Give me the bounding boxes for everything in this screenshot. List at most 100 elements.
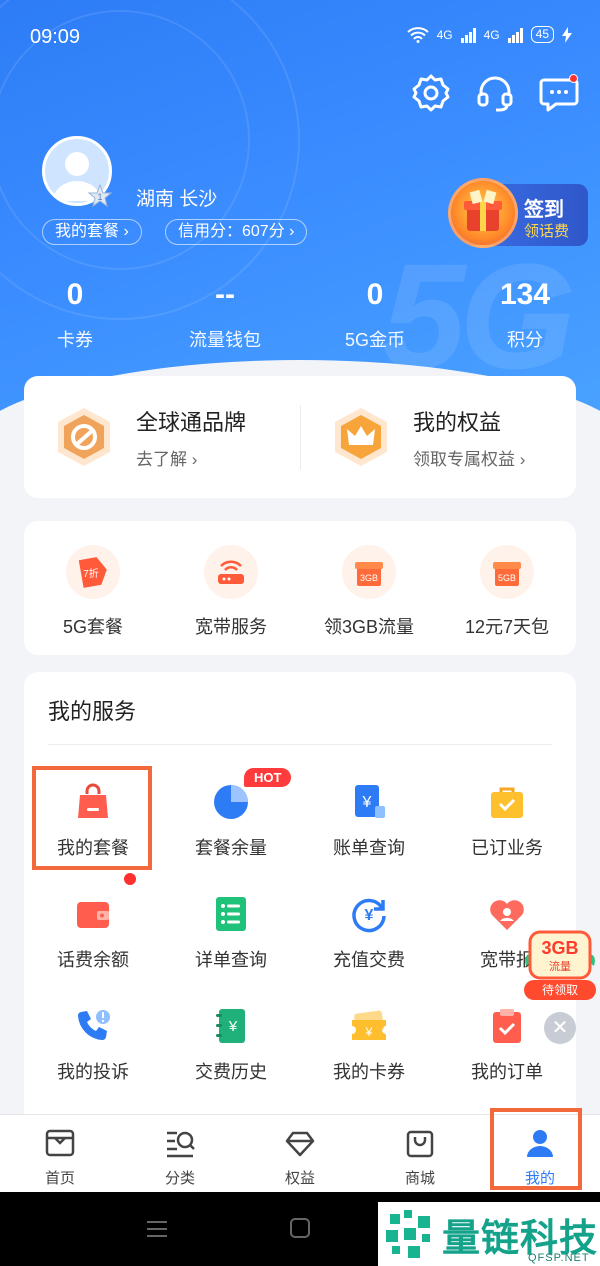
global-brand-entry[interactable]: 全球通品牌 去了解 › <box>24 405 300 470</box>
service-label: 交费历史 <box>195 1062 267 1082</box>
stat-label: 积分 <box>507 330 543 350</box>
wallet-icon <box>73 872 137 934</box>
quick-badge: 3GB <box>360 573 378 583</box>
highlight-frame <box>32 766 152 870</box>
stat-points[interactable]: 134 积分 <box>450 278 600 352</box>
signal-icon <box>507 27 523 43</box>
wifi-icon <box>406 26 429 43</box>
service-label: 我的卡券 <box>333 1062 405 1082</box>
service-plan-balance[interactable]: 套餐余量 <box>162 782 300 858</box>
settings-button[interactable] <box>410 72 452 114</box>
section-title: 我的服务 <box>48 699 137 724</box>
stat-data-wallet[interactable]: -- 流量钱包 <box>150 278 300 352</box>
quick-broadband[interactable]: 宽带服务 <box>162 521 300 655</box>
stat-label: 流量钱包 <box>189 330 261 350</box>
service-label: 话费余额 <box>57 950 129 970</box>
stat-5g-coins[interactable]: 0 5G金币 <box>300 278 450 352</box>
quick-label: 领3GB流量 <box>323 617 415 637</box>
service-detail-query[interactable]: 详单查询 <box>162 894 300 970</box>
tab-shop[interactable]: 商城 <box>360 1115 480 1192</box>
quick-7day-pack[interactable]: 5GB 12元7天包 <box>438 521 576 655</box>
service-bill-query[interactable]: ¥ 账单查询 <box>300 782 438 858</box>
messages-button[interactable] <box>538 72 580 114</box>
brand-subtitle: 领取专属权益 › <box>413 449 526 469</box>
discount-tag-icon: 7折 <box>66 545 120 599</box>
stat-value: -- <box>215 278 235 311</box>
watermark-url: QFSP.NET <box>528 1252 590 1264</box>
network-label: 4G <box>483 27 500 42</box>
brand-card: 全球通品牌 去了解 › 我的权益 领取专属权益 › <box>24 376 576 498</box>
headset-icon <box>477 76 513 112</box>
signin-button[interactable]: 签到 领话费 <box>448 178 588 248</box>
home-icon <box>45 1129 75 1157</box>
diamond-icon <box>285 1131 315 1157</box>
phone-complaint-icon <box>73 1006 113 1046</box>
my-services-card: 我的服务 HOT 我的套餐 套餐余量 ¥ 账单查询 已订业务 话费余额 详单查询… <box>24 672 576 1132</box>
service-label: 我的投诉 <box>57 1062 129 1082</box>
service-label: 套餐余量 <box>195 838 267 858</box>
signin-title: 签到 <box>524 199 564 221</box>
service-subscribed[interactable]: 已订业务 <box>438 782 576 858</box>
close-icon[interactable]: ✕ <box>544 1012 576 1044</box>
quick-3gb-data[interactable]: 3GB 领3GB流量 <box>300 521 438 655</box>
service-balance[interactable]: 话费余额 <box>24 872 162 970</box>
service-complaint[interactable]: 我的投诉 <box>24 1006 162 1082</box>
home-button[interactable] <box>290 1218 310 1238</box>
gift-box-icon <box>448 178 518 248</box>
status-time: 09:09 <box>30 26 81 48</box>
history-icon: ¥ <box>211 1006 251 1046</box>
charging-icon <box>562 26 572 43</box>
bill-icon: ¥ <box>349 782 389 822</box>
floating-data-promo[interactable]: 3GB 流量 待领取 <box>520 926 600 1002</box>
pie-chart-icon <box>211 782 251 822</box>
my-plan-pill[interactable]: 我的套餐 › <box>42 219 142 245</box>
stat-value: 0 <box>66 278 84 311</box>
tab-home[interactable]: 首页 <box>0 1115 120 1192</box>
quick-offers-card: 7折 5G套餐 宽带服务 3GB 领3GB流量 5GB 12元7天包 <box>24 521 576 655</box>
my-plan-pill-label: 我的套餐 <box>55 223 120 240</box>
service-recharge[interactable]: ¥ 充值交费 <box>300 894 438 970</box>
briefcase-icon <box>487 782 527 822</box>
stats-row: 0 卡券 -- 流量钱包 0 5G金币 134 积分 <box>0 278 600 352</box>
service-label: 充值交费 <box>333 950 405 970</box>
my-benefits-entry[interactable]: 我的权益 领取专属权益 › <box>300 404 576 470</box>
quick-badge: 5GB <box>498 573 516 583</box>
stat-label: 5G金币 <box>344 330 405 350</box>
stat-coupons[interactable]: 0 卡券 <box>0 278 150 352</box>
tab-label: 分类 <box>164 1170 195 1187</box>
svg-text:¥: ¥ <box>365 907 374 924</box>
tab-label: 商城 <box>404 1170 435 1187</box>
order-icon <box>487 1006 527 1046</box>
service-label: 已订业务 <box>471 838 543 858</box>
highlight-frame <box>490 1108 582 1190</box>
credit-score-pill[interactable]: 信用分：607分 › <box>165 219 308 245</box>
brand-title: 我的权益 <box>413 409 502 435</box>
svg-text:¥: ¥ <box>362 794 372 811</box>
star-badge-icon: 1 <box>87 183 113 208</box>
user-location: 湖南 长沙 <box>136 189 218 210</box>
stat-value: 0 <box>366 278 384 311</box>
tab-label: 权益 <box>284 1170 315 1187</box>
shop-bag-icon <box>406 1130 434 1158</box>
quick-badge: 7折 <box>83 567 99 580</box>
gift-5gb-icon: 5GB <box>480 545 534 599</box>
service-my-coupons[interactable]: ¥ 我的卡券 <box>300 1006 438 1082</box>
header-actions <box>410 72 580 114</box>
svg-text:¥: ¥ <box>365 1025 373 1039</box>
service-label: 详单查询 <box>195 950 267 970</box>
tab-label: 首页 <box>44 1170 75 1187</box>
level-badge: 1 <box>87 183 113 208</box>
quick-label: 12元7天包 <box>464 617 550 637</box>
service-label: 我的订单 <box>471 1062 543 1082</box>
stat-value: 134 <box>499 278 551 311</box>
tab-benefits[interactable]: 权益 <box>240 1115 360 1192</box>
tab-category[interactable]: 分类 <box>120 1115 240 1192</box>
service-payment-history[interactable]: ¥ 交费历史 <box>162 1006 300 1082</box>
network-label: 4G <box>436 27 453 42</box>
quick-5g-plan[interactable]: 7折 5G套餐 <box>24 521 162 655</box>
divider <box>48 744 552 745</box>
brand-subtitle: 去了解 › <box>136 449 198 469</box>
status-icons: 4G 4G 45 <box>406 26 572 43</box>
menu-icon[interactable] <box>146 1220 168 1238</box>
customer-service-button[interactable] <box>474 72 516 114</box>
